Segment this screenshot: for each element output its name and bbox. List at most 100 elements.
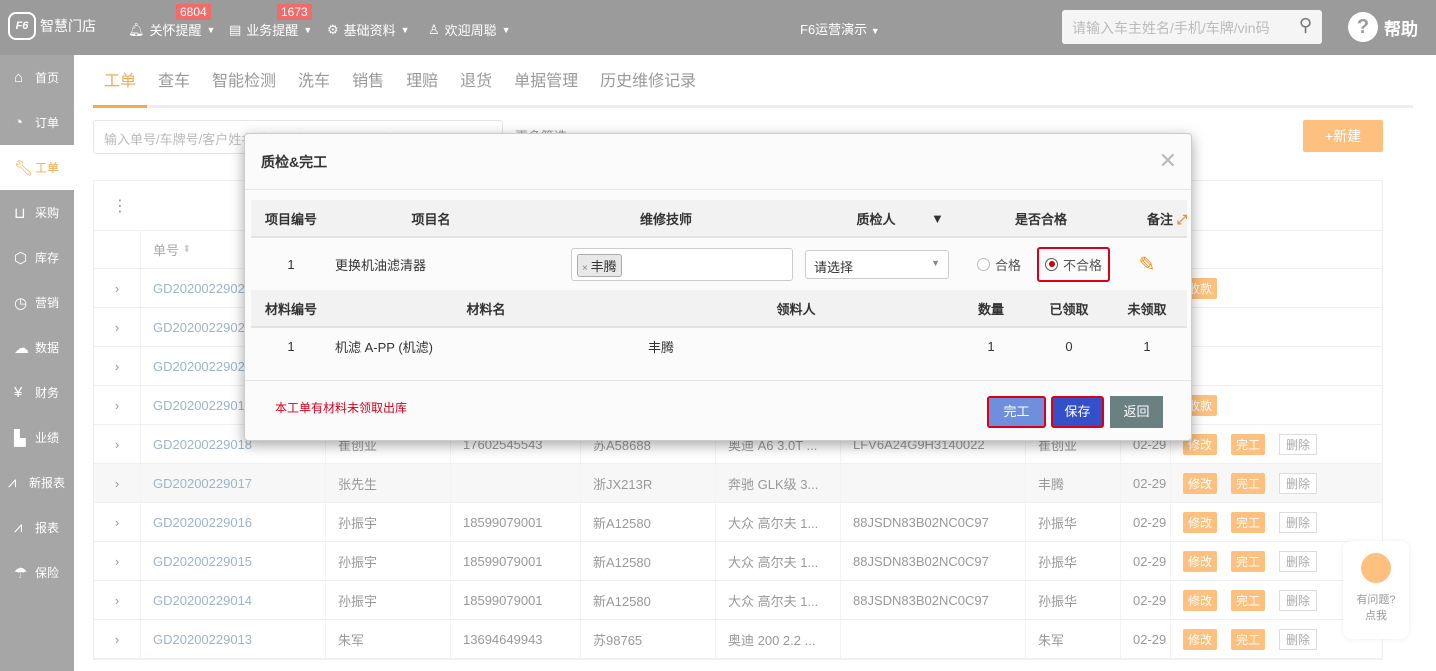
tab-8[interactable]: 历史维修记录	[589, 70, 707, 108]
item-no: 1	[287, 256, 295, 272]
sidebar-item-home[interactable]: ⌂ 首页	[0, 55, 74, 100]
global-search-input[interactable]: 请输入车主姓名/手机/车牌/vin码 ⚲	[1062, 10, 1322, 44]
dialog-footer: 本工单有材料未领取出库 完工 保存 返回	[245, 380, 1191, 440]
sidebar-item-performance[interactable]: ▙ 业绩	[0, 415, 74, 460]
cell-vin	[841, 464, 1026, 502]
action-button[interactable]: 删除	[1279, 550, 1318, 572]
close-icon[interactable]: ✕	[1159, 148, 1177, 174]
support-widget[interactable]: 有问题? 点我	[1343, 541, 1409, 639]
sidebar-item-finance[interactable]: ¥ 财务	[0, 370, 74, 415]
order-no-link[interactable]: GD20200229015	[141, 542, 326, 580]
expand-chevron-icon[interactable]: ›	[94, 581, 141, 619]
search-icon[interactable]: ⚲	[1299, 15, 1312, 36]
tab-7[interactable]: 单据管理	[503, 70, 589, 108]
tab-1[interactable]: 查车	[147, 70, 201, 108]
expand-chevron-icon[interactable]: ›	[94, 425, 141, 463]
remove-tag-icon[interactable]: ×	[582, 263, 591, 274]
qc-complete-dialog: 质检&完工 ✕ 项目编号 项目名 维修技师 质检人 ▼ 是否合格 备注 ⤢ 1 …	[244, 133, 1192, 441]
action-button[interactable]: 完工	[1231, 433, 1266, 455]
table-row[interactable]: › GD20200229015 孙振宇 18599079001 新A12580 大众 高尔…	[94, 542, 1382, 581]
table-row[interactable]: › GD20200229016 孙振宇 18599079001 新A12580 大众 高尔…	[94, 503, 1382, 542]
edit-pencil-icon[interactable]: ✎	[1127, 252, 1167, 277]
tab-0[interactable]: 工单	[93, 70, 148, 108]
expand-icon[interactable]: ⤢	[1177, 212, 1187, 227]
expand-chevron-icon[interactable]: ›	[94, 308, 141, 346]
action-button[interactable]: 删除	[1279, 511, 1318, 533]
umbrella-icon: ☂︎	[14, 564, 28, 582]
save-button[interactable]: 保存	[1051, 396, 1104, 428]
cell-customer: 张先生	[326, 464, 451, 502]
tab-4[interactable]: 销售	[341, 70, 395, 108]
inspector-select[interactable]: 请选择 ▼	[805, 249, 949, 279]
column-header-order-no[interactable]: 单号	[153, 240, 179, 259]
sidebar-item-inventory[interactable]: ⬡ 库存	[0, 235, 74, 280]
pass-radio[interactable]: 合格	[975, 255, 1037, 274]
cell-customer: 朱军	[326, 620, 451, 658]
complete-button[interactable]: 完工	[987, 396, 1046, 428]
bell-icon: 🔔︎	[128, 21, 145, 37]
line-chart-icon: ⩘	[8, 474, 17, 491]
wrench-icon: 🔧︎	[14, 159, 34, 177]
expand-chevron-icon[interactable]: ›	[94, 464, 141, 502]
logo[interactable]: F6 智慧门店	[8, 12, 96, 40]
nav-user[interactable]: ♙ 欢迎周聪 ▼	[428, 20, 511, 39]
sidebar-item-purchase[interactable]: ⊔ 采购	[0, 190, 74, 235]
expand-chevron-icon[interactable]: ›	[94, 347, 141, 385]
action-button[interactable]: 完工	[1231, 550, 1266, 572]
expand-chevron-icon[interactable]: ›	[94, 542, 141, 580]
action-button[interactable]: 完工	[1231, 511, 1266, 533]
action-button[interactable]: 完工	[1231, 589, 1266, 611]
nav-care-reminder[interactable]: 🔔︎ 关怀提醒 ▼ 6804	[128, 4, 215, 39]
tab-5[interactable]: 理赔	[395, 70, 449, 108]
column-header: 未领取	[1127, 301, 1167, 317]
order-no-link[interactable]: GD20200229016	[141, 503, 326, 541]
action-button[interactable]: 删除	[1279, 628, 1318, 650]
table-row[interactable]: › GD20200229013 朱军 13694649943 苏98765 奥迪 200 …	[94, 620, 1382, 659]
sidebar-item-marketing[interactable]: ◷ 营销	[0, 280, 74, 325]
column-header: 材料编号	[264, 301, 317, 317]
technician-select[interactable]: × 丰腾	[571, 247, 793, 281]
sidebar-item-workorder[interactable]: 🔧︎ 工单	[0, 145, 74, 190]
expand-chevron-icon[interactable]: ›	[94, 269, 141, 307]
order-no-link[interactable]: GD20200229017	[141, 464, 326, 502]
back-button[interactable]: 返回	[1110, 396, 1163, 428]
tab-6[interactable]: 退货	[449, 70, 503, 108]
action-button[interactable]: 删除	[1279, 433, 1318, 455]
action-button[interactable]: 修改	[1183, 511, 1218, 533]
action-button[interactable]: 修改	[1183, 550, 1218, 572]
column-header: 项目名	[411, 211, 451, 227]
action-button[interactable]: 删除	[1279, 589, 1318, 611]
action-button[interactable]: 删除	[1279, 472, 1318, 494]
expand-chevron-icon[interactable]: ›	[94, 386, 141, 424]
action-button[interactable]: 修改	[1183, 628, 1218, 650]
tab-3[interactable]: 洗车	[287, 70, 341, 108]
gear-icon: ⚙	[327, 21, 339, 37]
sort-icon[interactable]: ⬍	[183, 244, 191, 255]
expand-chevron-icon[interactable]: ›	[94, 620, 141, 658]
action-button[interactable]: 修改	[1183, 589, 1218, 611]
order-no-link[interactable]: GD20200229013	[141, 620, 326, 658]
nav-business-reminder[interactable]: ▤ 业务提醒 ▼ 1673	[229, 4, 312, 39]
filter-triangle-icon[interactable]: ▼	[931, 211, 961, 226]
sidebar-item-new-report[interactable]: ⩘ 新报表	[0, 460, 74, 505]
sidebar-item-orders[interactable]: ◔ 订单	[0, 100, 74, 145]
store-selector[interactable]: F6运营演示 ▼	[800, 19, 880, 38]
order-no-link[interactable]: GD20200229014	[141, 581, 326, 619]
action-button[interactable]: 修改	[1183, 472, 1218, 494]
tab-2[interactable]: 智能检测	[201, 70, 287, 108]
cell-phone	[451, 464, 581, 502]
nav-basic-data[interactable]: ⚙ 基础资料 ▼	[327, 20, 410, 39]
action-button[interactable]: 完工	[1231, 472, 1266, 494]
table-row[interactable]: › GD20200229014 孙振宇 18599079001 新A12580 大众 高尔…	[94, 581, 1382, 620]
fail-radio[interactable]: 不合格	[1037, 246, 1111, 282]
sidebar-item-report[interactable]: ⩘ 报表	[0, 505, 74, 550]
cell-plate: 新A12580	[581, 542, 716, 580]
new-workorder-button[interactable]: +新建	[1303, 120, 1383, 152]
action-button[interactable]: 完工	[1231, 628, 1266, 650]
sidebar-item-insurance[interactable]: ☂︎ 保险	[0, 550, 74, 595]
help-button[interactable]: ? 帮助	[1348, 12, 1418, 42]
table-row[interactable]: › GD20200229017 张先生 浙JX213R 奔驰 GLK级 3... 丰腾 02…	[94, 464, 1382, 503]
column-header: 维修技师	[639, 211, 692, 227]
sidebar-item-data[interactable]: ☁︎ 数据	[0, 325, 74, 370]
expand-chevron-icon[interactable]: ›	[94, 503, 141, 541]
